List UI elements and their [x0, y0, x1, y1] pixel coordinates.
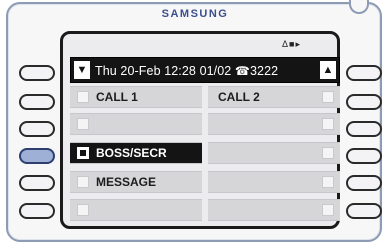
phone-icon: ☎: [234, 64, 250, 78]
left-soft-key-3[interactable]: [19, 121, 55, 137]
left-soft-key-5[interactable]: [19, 175, 55, 191]
led-indicator: [77, 118, 89, 130]
status-icons: Δ■▸: [282, 39, 301, 49]
key-call-2[interactable]: CALL 2: [208, 86, 340, 108]
right-soft-key-2[interactable]: [346, 94, 382, 110]
scroll-down-arrow-icon[interactable]: ▼: [74, 61, 90, 79]
right-soft-key-1[interactable]: [346, 65, 382, 81]
right-soft-key-4[interactable]: [346, 148, 382, 164]
datetime: Thu 20-Feb 12:28: [95, 64, 196, 78]
key-row: CALL 1 CALL 2: [70, 86, 340, 108]
led-indicator: [322, 147, 334, 159]
right-soft-key-5[interactable]: [346, 175, 382, 191]
led-indicator: [77, 176, 89, 188]
key-boss-secr[interactable]: BOSS/SECR: [70, 142, 202, 164]
key-empty[interactable]: [70, 113, 202, 135]
left-soft-key-2[interactable]: [19, 94, 55, 110]
led-indicator: [77, 91, 89, 103]
key-label: BOSS/SECR: [96, 146, 167, 160]
left-soft-key-6[interactable]: [19, 203, 55, 219]
led-indicator: [77, 204, 89, 216]
key-row: MESSAGE: [70, 171, 340, 193]
programmable-keys-grid: CALL 1 CALL 2 BOSS/SECR MESSAGE: [70, 86, 340, 224]
key-label: CALL 2: [218, 90, 260, 104]
key-row: [70, 199, 340, 221]
key-row: BOSS/SECR: [70, 142, 340, 164]
led-indicator: [322, 176, 334, 188]
key-empty[interactable]: [208, 142, 340, 164]
header-text: Thu 20-Feb 12:28 01/02 ☎3222: [95, 58, 278, 84]
right-soft-key-3[interactable]: [346, 121, 382, 137]
display-header: ▼ Thu 20-Feb 12:28 01/02 ☎3222 ▲: [70, 57, 340, 83]
key-row: [70, 113, 340, 135]
page-indicator: 01/02: [199, 64, 232, 78]
right-soft-key-6[interactable]: [346, 203, 382, 219]
left-soft-key-4[interactable]: [19, 148, 55, 164]
key-call-1[interactable]: CALL 1: [70, 86, 202, 108]
key-empty[interactable]: [70, 199, 202, 221]
key-empty[interactable]: [208, 113, 340, 135]
key-empty[interactable]: [208, 171, 340, 193]
key-message[interactable]: MESSAGE: [70, 171, 202, 193]
brand-logo: SAMSUNG: [161, 8, 229, 20]
led-indicator: [322, 204, 334, 216]
key-label: CALL 1: [96, 90, 138, 104]
key-empty[interactable]: [208, 199, 340, 221]
left-soft-key-1[interactable]: [19, 65, 55, 81]
led-indicator: [322, 118, 334, 130]
scroll-up-arrow-icon[interactable]: ▲: [320, 61, 336, 79]
led-indicator: [77, 147, 89, 159]
key-label: MESSAGE: [96, 175, 157, 189]
led-indicator: [322, 91, 334, 103]
extension-number: 3222: [249, 64, 279, 78]
